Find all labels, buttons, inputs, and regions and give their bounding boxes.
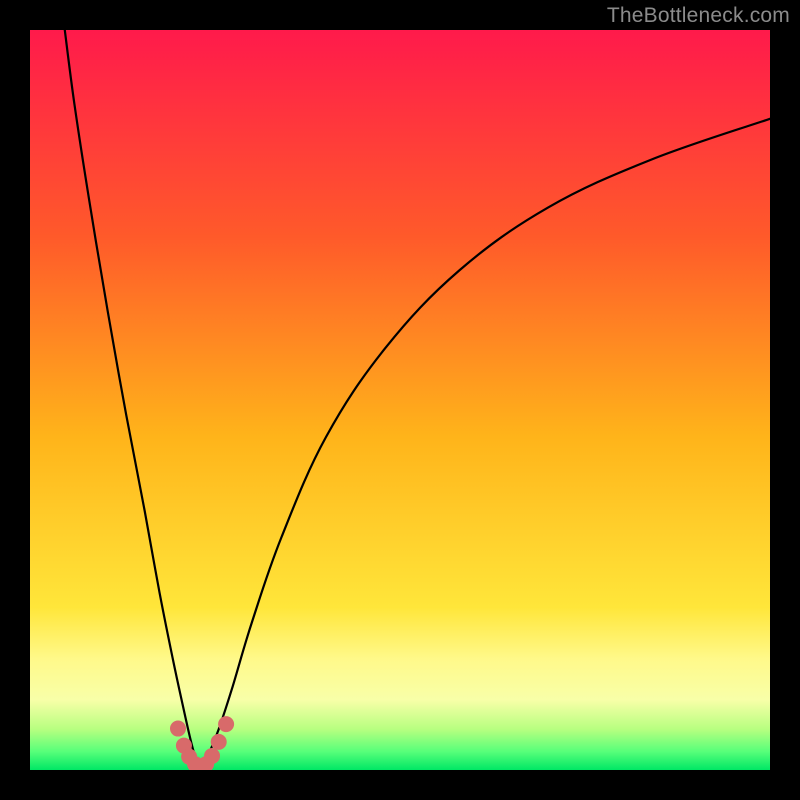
curve-left [65, 30, 200, 769]
trough-dot [218, 716, 234, 732]
watermark-text: TheBottleneck.com [607, 4, 790, 28]
curves-layer [30, 30, 770, 770]
trough-dot [211, 734, 227, 750]
trough-dot [204, 748, 220, 764]
trough-dots-group [170, 716, 234, 770]
chart-frame: TheBottleneck.com [0, 0, 800, 800]
trough-dot [170, 721, 186, 737]
plot-area [30, 30, 770, 770]
curve-right [200, 119, 770, 769]
